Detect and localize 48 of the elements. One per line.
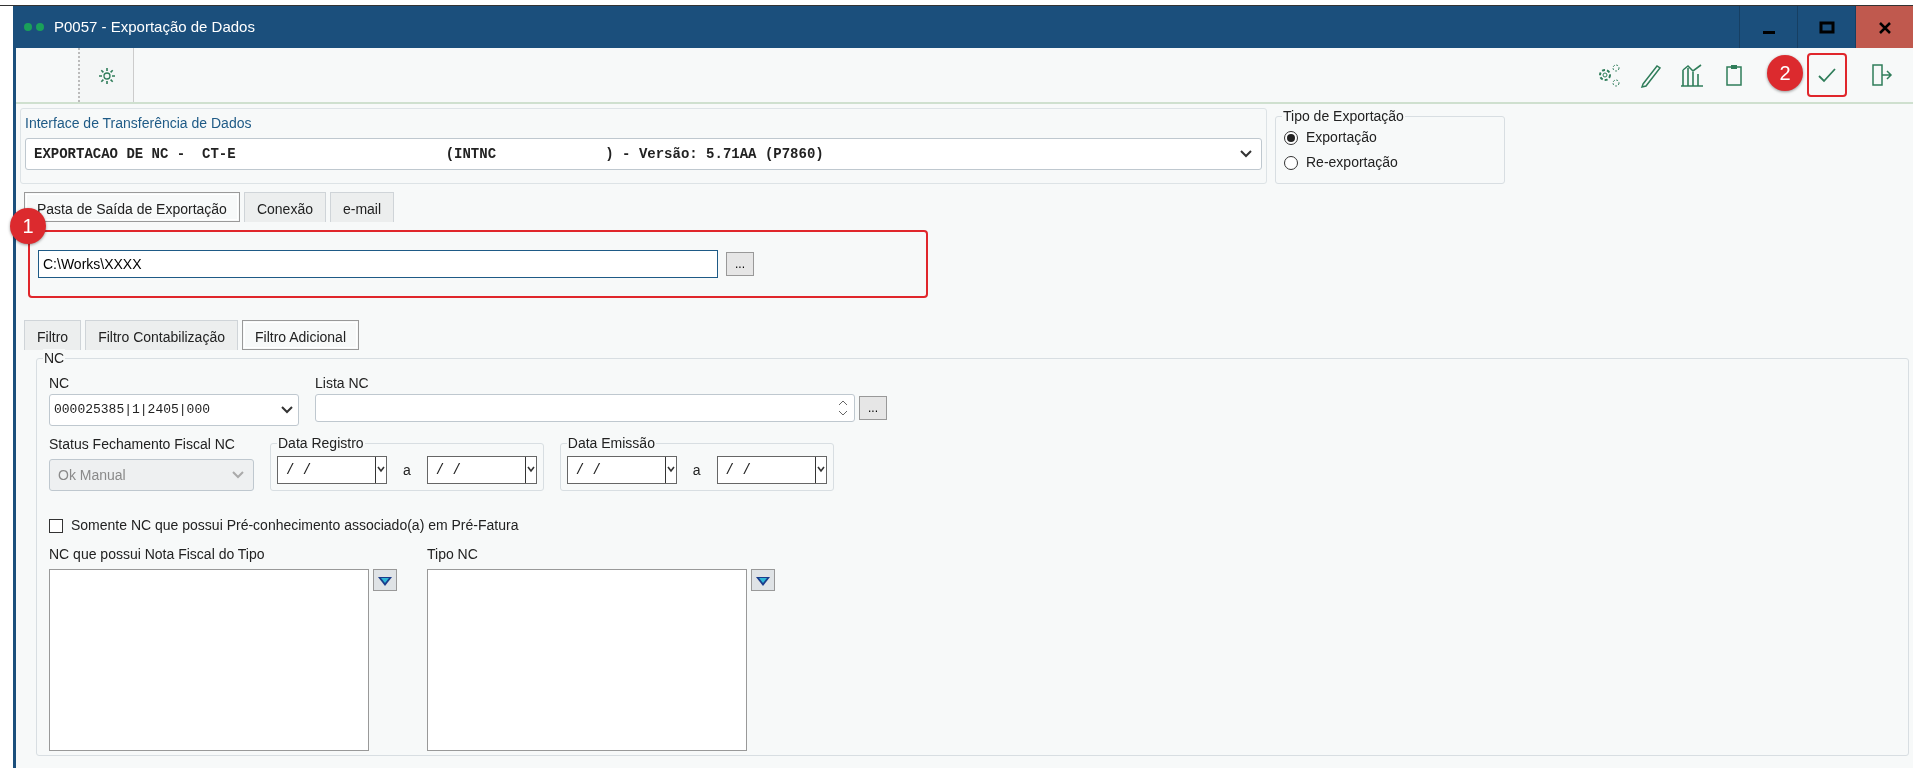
tab[interactable]: e-mail [329,192,395,222]
browse-button[interactable]: ... [726,252,754,276]
close-button[interactable] [1855,6,1913,48]
field-label: Interface de Transferência de Dados [25,114,253,133]
field-label: Lista NC [315,374,370,393]
maximize-icon [1818,20,1835,35]
field-label: NC [49,374,71,393]
field-label: Tipo NC [427,545,479,564]
tab[interactable]: Filtro Contabilização [85,320,238,350]
window-title: P0057 - Exportação de Dados [54,16,255,37]
dropdown-button[interactable] [751,569,775,591]
field-label: Status Fechamento Fiscal NC [49,435,236,454]
field-label: NC que possui Nota Fiscal do Tipo [49,545,266,564]
browse-button[interactable]: ... [859,396,887,420]
radio-label: Exportação [1306,128,1377,147]
checkbox-label: Somente NC que possui Pré-conhecimento associado(a) em Pré-Fatura [71,516,519,535]
chevron-down-icon [1239,149,1253,159]
folder-path-field[interactable]: C:\Works\XXXX [38,250,718,278]
triangle-down-icon [377,575,393,588]
callout-badge: 2 [1767,55,1803,91]
confirm-button[interactable] [1807,53,1847,97]
separator-label: a [692,460,701,480]
date-field[interactable]: / / [566,456,677,484]
settings-button[interactable] [78,48,134,102]
tab[interactable]: Filtro Adicional [241,320,359,350]
lista-nc-field[interactable] [315,394,855,422]
radio-label: Re-exportação [1306,153,1398,172]
group-title: Data Registro [277,434,365,452]
radio-button[interactable] [1284,130,1298,145]
date-field[interactable]: / / [716,456,827,484]
tab[interactable]: Conexão [243,192,326,222]
date-field[interactable]: / / [426,456,537,484]
close-icon [1877,20,1892,35]
checkbox[interactable] [49,518,63,533]
settings-icon [96,65,117,86]
triangle-down-icon [755,575,771,588]
separator-label: a [403,460,411,480]
group-title: Tipo de Exportação [1282,107,1405,125]
chevron-down-icon [231,470,245,480]
nc-dropdown[interactable]: 000025385|1|2405|000 [49,394,299,426]
dropdown-button[interactable] [373,569,397,591]
status-dots-icon [24,23,46,31]
tab[interactable]: Filtro [24,320,82,350]
interface-dropdown[interactable]: EXPORTACAO DE NC - CT-E (INTNC ) - Versão: 5.71AA (P7860) [25,138,1262,170]
date-field[interactable]: / / [277,456,387,484]
radio-button[interactable] [1284,155,1298,170]
chevron-down-icon [280,405,294,415]
minimize-icon [1762,31,1775,35]
